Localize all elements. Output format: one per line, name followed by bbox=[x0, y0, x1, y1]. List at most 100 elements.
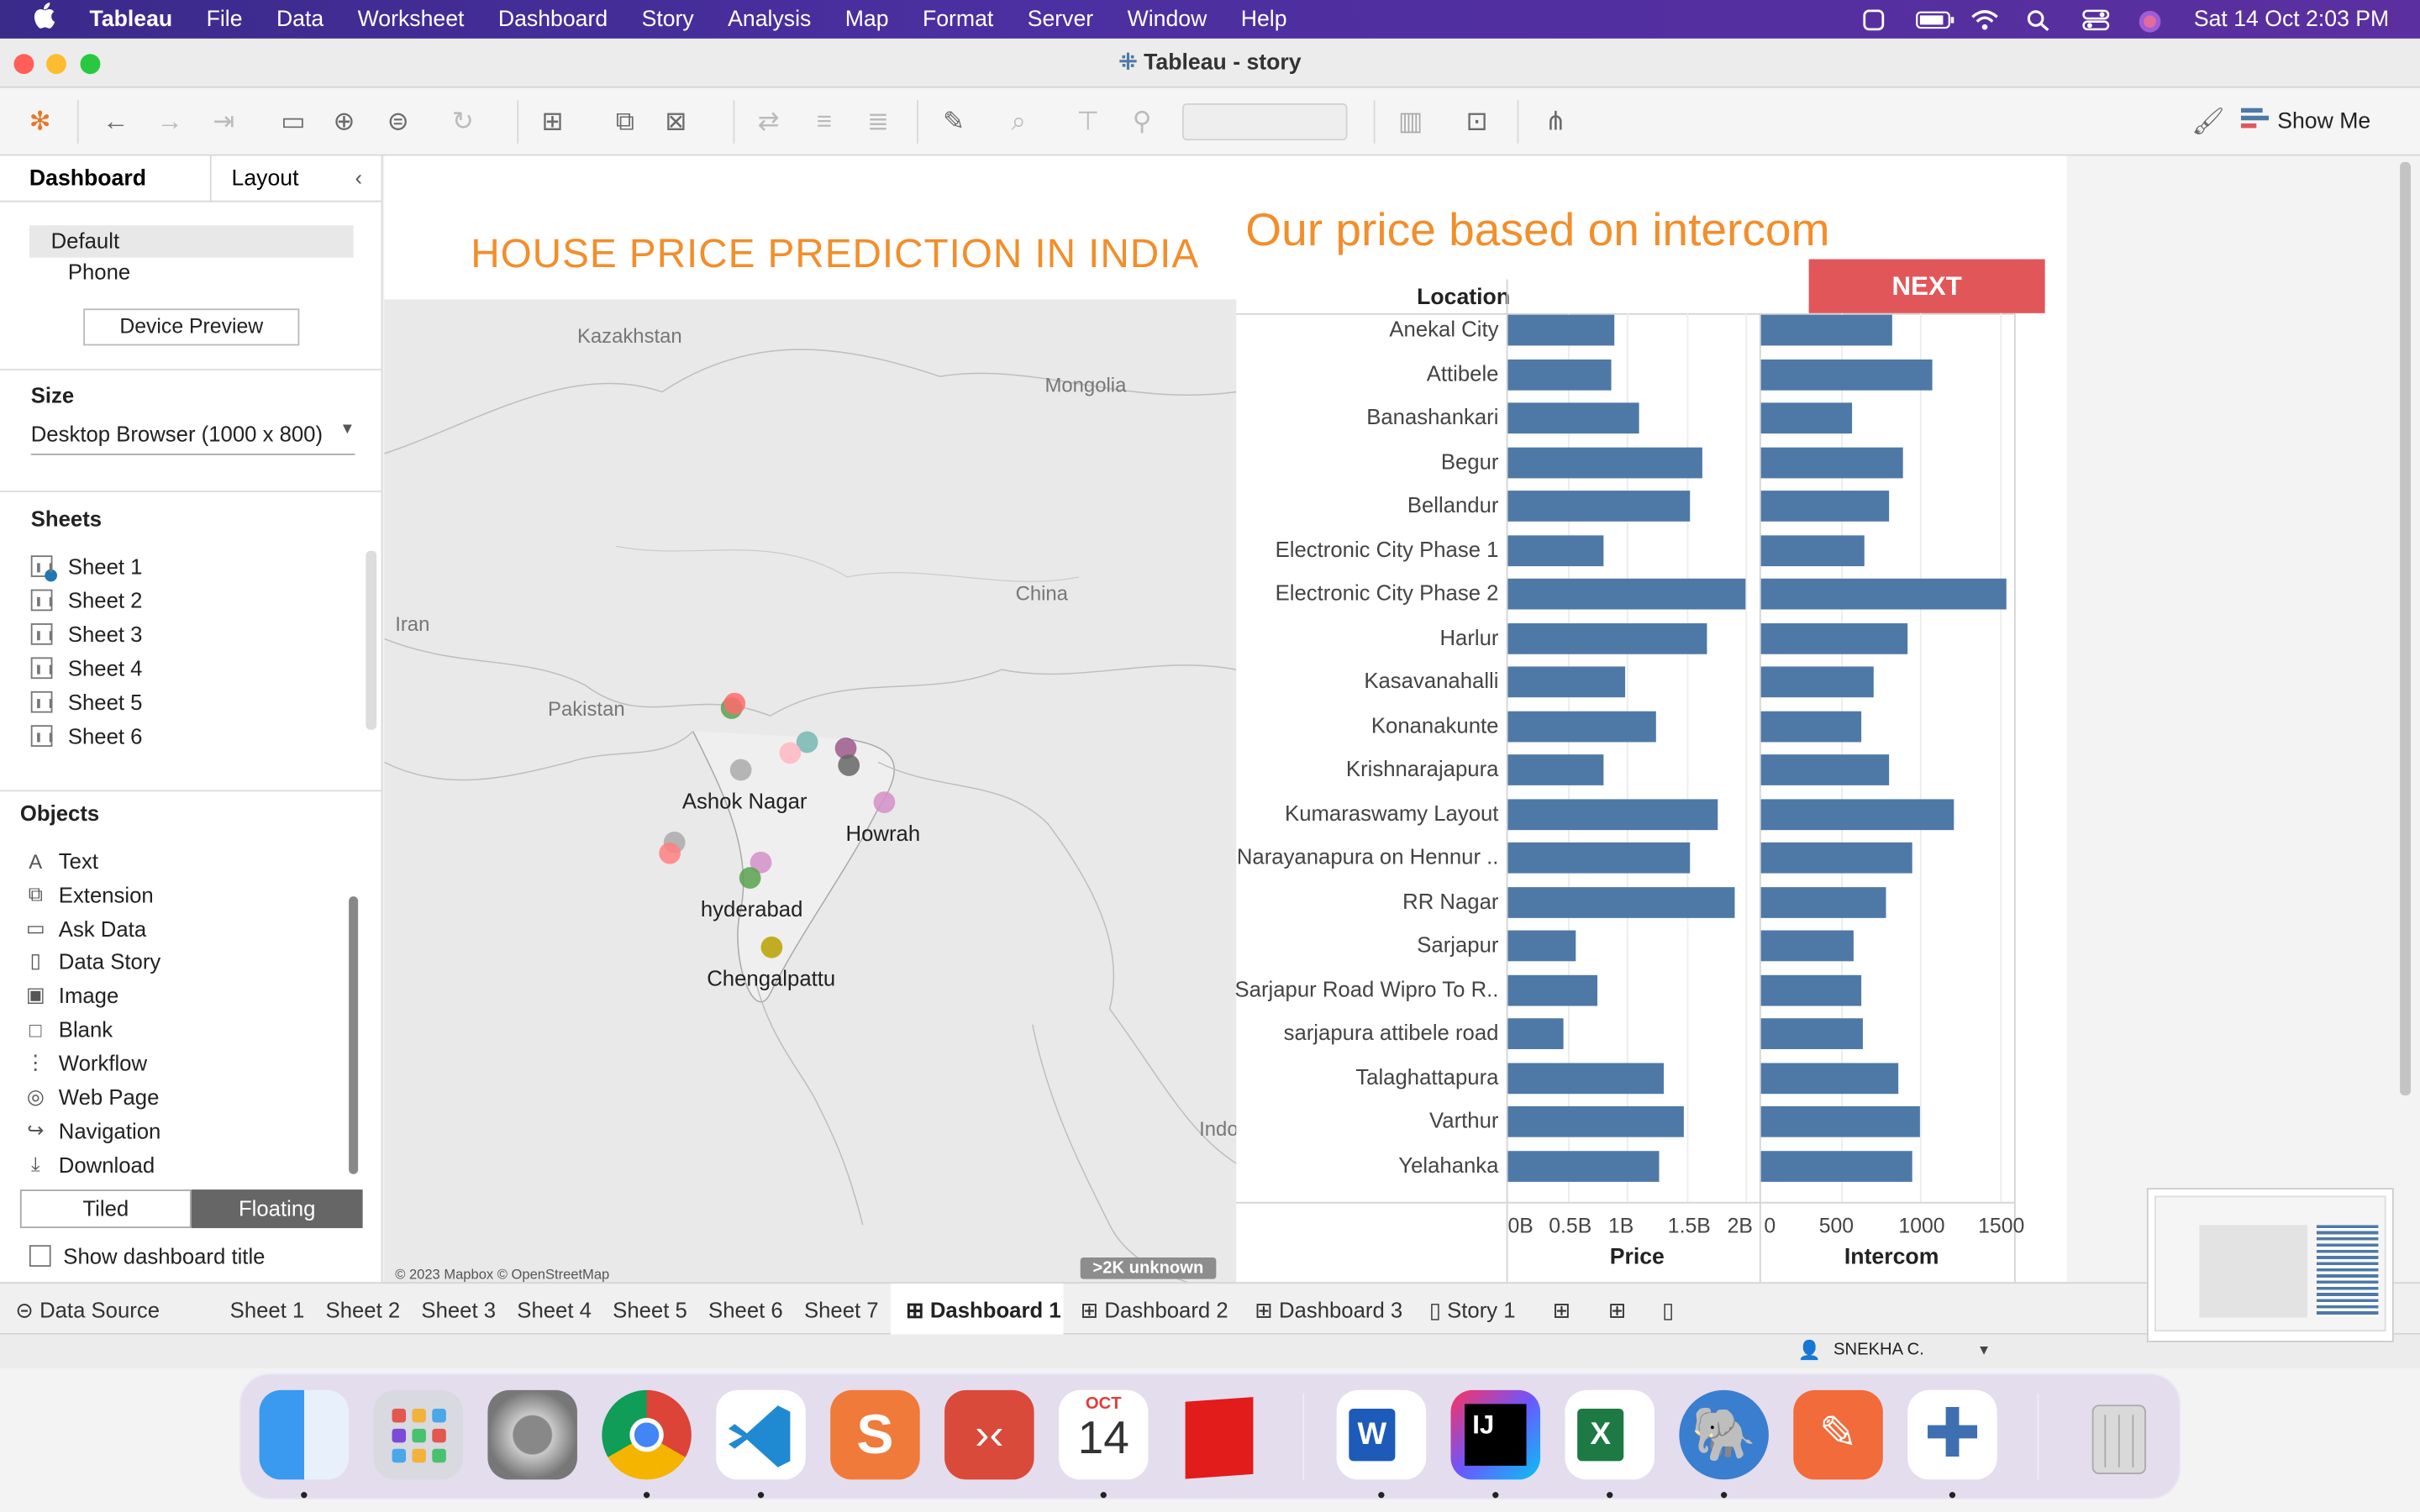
price-bar[interactable] bbox=[1507, 666, 1626, 698]
refresh-icon[interactable]: ↻ bbox=[448, 107, 479, 138]
tab-dashboard-1[interactable]: ⊞ Dashboard 1 bbox=[906, 1298, 1060, 1324]
price-bar[interactable] bbox=[1507, 1062, 1664, 1094]
price-bar[interactable] bbox=[1507, 842, 1691, 874]
menu-data[interactable]: Data bbox=[276, 7, 324, 31]
show-me-button[interactable]: Show Me bbox=[2240, 108, 2370, 136]
price-bar[interactable] bbox=[1507, 930, 1576, 962]
menu-app-name[interactable]: Tableau bbox=[90, 7, 173, 31]
launchpad-icon[interactable] bbox=[373, 1389, 464, 1480]
menu-clock[interactable]: Sat 14 Oct 2:03 PM bbox=[2194, 7, 2389, 31]
vscode-icon[interactable] bbox=[716, 1389, 806, 1480]
presentation-app-icon[interactable] bbox=[1173, 1390, 1263, 1480]
apple-icon[interactable] bbox=[31, 2, 62, 37]
floating-button[interactable]: Floating bbox=[191, 1189, 363, 1229]
window-preview-thumbnail[interactable] bbox=[2146, 1188, 2394, 1342]
intercom-bar[interactable] bbox=[1760, 1105, 1921, 1137]
menu-file[interactable]: File bbox=[207, 7, 243, 31]
collapse-panel-icon[interactable]: ‹ bbox=[355, 165, 362, 190]
price-bar[interactable] bbox=[1507, 578, 1746, 610]
system-settings-icon[interactable] bbox=[487, 1389, 577, 1480]
intercom-bar[interactable] bbox=[1760, 710, 1862, 742]
tab-sheet-1[interactable]: Sheet 1 bbox=[230, 1298, 305, 1322]
spotlight-search-icon[interactable] bbox=[2027, 8, 2054, 31]
undo-icon[interactable]: ← bbox=[100, 107, 131, 138]
sheets-scrollbar[interactable] bbox=[366, 550, 377, 730]
menu-help[interactable]: Help bbox=[1241, 7, 1287, 31]
size-select[interactable]: Desktop Browser (1000 x 800) ▼ bbox=[30, 421, 355, 455]
intercom-bar[interactable] bbox=[1760, 491, 1889, 522]
shield-status-icon[interactable] bbox=[1860, 8, 1888, 30]
sheet-list-item[interactable]: Sheet 5 bbox=[30, 690, 143, 714]
object-navigation[interactable]: ↪ Navigation bbox=[24, 1119, 160, 1143]
trash-icon[interactable] bbox=[2075, 1390, 2165, 1480]
save-icon[interactable]: ▭ bbox=[278, 107, 309, 138]
intercom-bar[interactable] bbox=[1760, 666, 1875, 698]
price-bar[interactable] bbox=[1507, 534, 1605, 566]
tab-dashboard-3[interactable]: ⊞ Dashboard 3 bbox=[1255, 1298, 1402, 1324]
siri-icon[interactable] bbox=[2139, 8, 2166, 32]
intercom-bar[interactable] bbox=[1760, 359, 1933, 390]
intercom-bar[interactable] bbox=[1760, 314, 1892, 346]
new-data-source-icon[interactable]: ⊕ bbox=[329, 107, 360, 138]
clear-sheet-icon[interactable]: ⊠ bbox=[660, 107, 692, 138]
tab-sheet-7[interactable]: Sheet 7 bbox=[804, 1298, 879, 1322]
presentation-mode-icon[interactable]: ⊡ bbox=[1461, 107, 1492, 138]
group-members-icon[interactable]: ⌕ bbox=[1003, 107, 1034, 138]
show-cards-icon[interactable]: ▥ bbox=[1395, 107, 1426, 138]
tableau-icon[interactable]: ✚ bbox=[1907, 1389, 1997, 1480]
price-bar[interactable] bbox=[1507, 798, 1719, 830]
price-bar[interactable] bbox=[1507, 402, 1639, 434]
menu-story[interactable]: Story bbox=[642, 7, 694, 31]
price-bar[interactable] bbox=[1507, 622, 1708, 654]
postgres-icon[interactable]: 🐘 bbox=[1679, 1389, 1769, 1480]
new-worksheet-icon[interactable]: ⊞ bbox=[537, 107, 568, 138]
sort-descending-icon[interactable]: ≣ bbox=[863, 107, 894, 138]
device-preview-button[interactable]: Device Preview bbox=[83, 308, 300, 346]
tab-story-1[interactable]: ▯ Story 1 bbox=[1429, 1298, 1516, 1324]
sheet-list-item[interactable]: Sheet 6 bbox=[30, 723, 143, 748]
price-bar[interactable] bbox=[1507, 491, 1691, 522]
object-workflow[interactable]: ⋮ Workflow bbox=[24, 1051, 147, 1075]
chrome-icon[interactable] bbox=[602, 1389, 692, 1480]
device-phone-item[interactable]: Phone bbox=[68, 260, 130, 284]
tableau-logo-icon[interactable]: ✻ bbox=[24, 107, 55, 138]
object-ask-data[interactable]: ▭ Ask Data bbox=[24, 916, 146, 941]
menu-analysis[interactable]: Analysis bbox=[728, 7, 811, 31]
highlight-icon[interactable]: ✎ bbox=[939, 107, 970, 138]
menu-dashboard[interactable]: Dashboard bbox=[498, 7, 608, 31]
intellij-icon[interactable]: IJ bbox=[1450, 1389, 1541, 1480]
sheet-list-item[interactable]: Sheet 2 bbox=[30, 588, 143, 612]
sheet-list-item[interactable]: Sheet 3 bbox=[30, 622, 143, 647]
tiled-button[interactable]: Tiled bbox=[19, 1189, 192, 1229]
price-bar[interactable] bbox=[1507, 710, 1657, 742]
tab-data-source[interactable]: ⊝ Data Source bbox=[15, 1298, 160, 1324]
fit-select[interactable] bbox=[1181, 103, 1348, 141]
menu-map[interactable]: Map bbox=[845, 7, 889, 31]
menu-window[interactable]: Window bbox=[1128, 7, 1207, 31]
user-menu[interactable]: SNEKHA C. bbox=[1833, 1341, 1924, 1359]
menu-server[interactable]: Server bbox=[1028, 7, 1093, 31]
intercom-bar[interactable] bbox=[1760, 974, 1862, 1005]
menu-format[interactable]: Format bbox=[923, 7, 993, 31]
swap-rows-columns-icon[interactable]: ⇄ bbox=[753, 107, 784, 138]
remote-desktop-icon[interactable]: ›‹ bbox=[944, 1389, 1034, 1480]
intercom-bar[interactable] bbox=[1760, 622, 1907, 654]
show-mark-labels-icon[interactable]: ⊤ bbox=[1073, 107, 1104, 138]
tab-dashboard[interactable]: Dashboard bbox=[29, 166, 146, 191]
wifi-icon[interactable] bbox=[1971, 8, 1999, 30]
object-web-page[interactable]: ◎ Web Page bbox=[24, 1084, 160, 1109]
calendar-icon[interactable]: OCT 14 bbox=[1059, 1389, 1149, 1480]
object-download[interactable]: ⤓ Download bbox=[24, 1152, 155, 1177]
share-icon[interactable]: ⋔ bbox=[1540, 107, 1571, 138]
sheet-list-item[interactable]: Sheet 1 bbox=[30, 554, 143, 582]
price-bar[interactable] bbox=[1507, 1018, 1565, 1049]
intercom-bar[interactable] bbox=[1760, 754, 1889, 785]
price-bar[interactable] bbox=[1507, 446, 1702, 478]
battery-icon[interactable] bbox=[1916, 8, 1955, 30]
device-default-item[interactable]: Default bbox=[29, 225, 354, 258]
redo-icon[interactable]: → bbox=[155, 107, 186, 138]
duplicate-sheet-icon[interactable]: ⧉ bbox=[610, 107, 641, 138]
intercom-bar[interactable] bbox=[1760, 886, 1887, 917]
chevron-down-icon[interactable]: ▼ bbox=[1977, 1342, 1991, 1357]
new-worksheet-tab-icon[interactable]: ⊞ bbox=[1553, 1298, 1571, 1324]
